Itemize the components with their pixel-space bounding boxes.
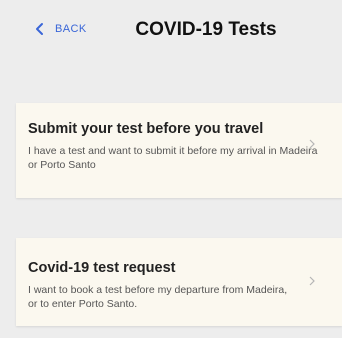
card-description: I want to book a test before my departur… — [28, 284, 288, 310]
card-title: Covid-19 test request — [28, 260, 176, 276]
chevron-right-icon — [309, 139, 315, 149]
test-request-card[interactable]: Covid-19 test request I want to book a t… — [16, 238, 342, 326]
submit-test-card[interactable]: Submit your test before you travel I hav… — [16, 103, 342, 198]
page-title: COVID-19 Tests — [135, 19, 277, 40]
card-title: Submit your test before you travel — [28, 121, 264, 137]
chevron-right-icon — [309, 276, 315, 286]
card-description: I have a test and want to submit it befo… — [28, 145, 318, 171]
app-header: BACK COVID-19 Tests — [0, 0, 342, 64]
